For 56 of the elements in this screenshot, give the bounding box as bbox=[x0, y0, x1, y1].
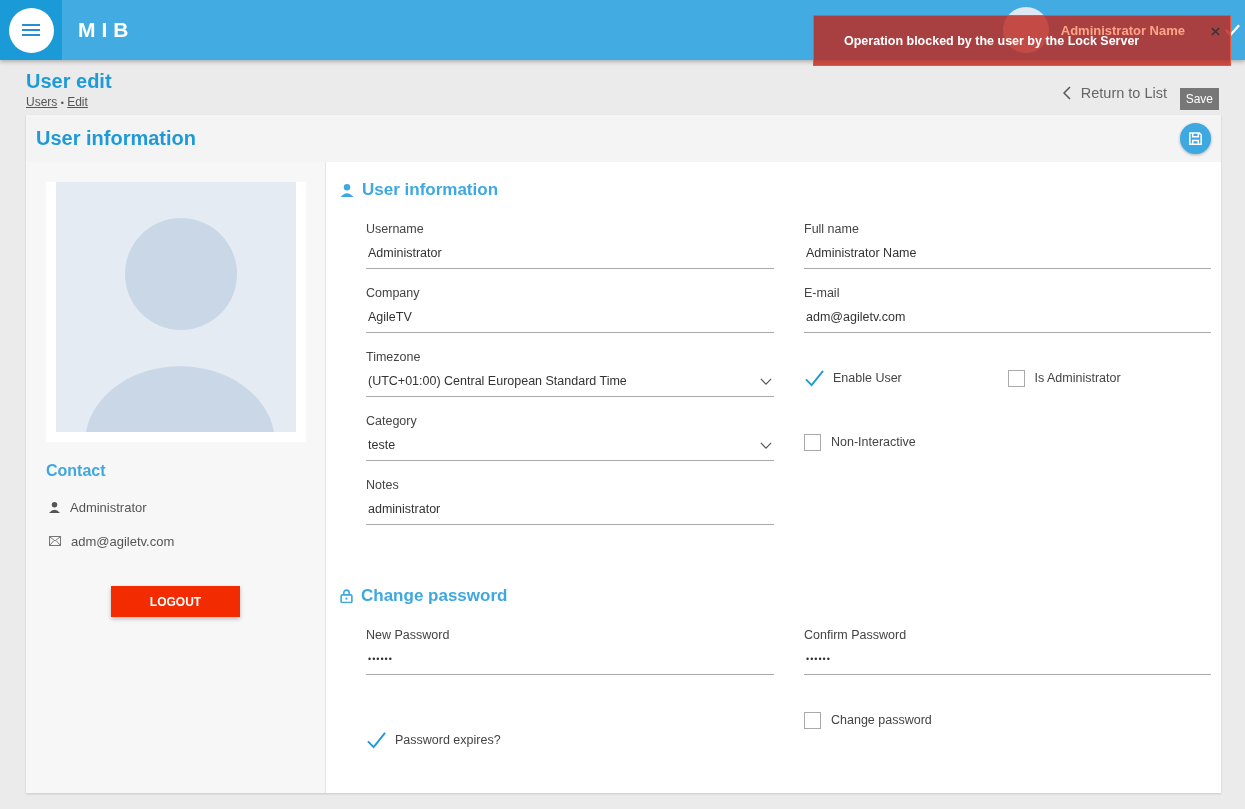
card-title: User information bbox=[36, 127, 197, 150]
checkbox[interactable] bbox=[1007, 369, 1025, 387]
checkbox[interactable] bbox=[804, 711, 821, 729]
field-label: Confirm Password bbox=[804, 628, 908, 642]
envelope-icon bbox=[49, 536, 61, 546]
person-icon bbox=[340, 183, 354, 197]
field-label: Timezone bbox=[366, 350, 422, 364]
logout-button[interactable]: LOGOUT bbox=[111, 586, 240, 617]
toast-message: Operation blocked by the user by the Lock Server bbox=[844, 33, 1140, 48]
checkbox-label: Change password bbox=[831, 713, 932, 727]
input-field[interactable]: Administrator Name bbox=[804, 238, 1211, 269]
checkbox[interactable] bbox=[804, 368, 825, 388]
menu-icon bbox=[22, 24, 40, 36]
chevron-down-icon bbox=[760, 441, 772, 449]
breadcrumb-link[interactable]: Edit bbox=[67, 95, 88, 109]
checkbox[interactable] bbox=[366, 730, 387, 750]
dropdown-field[interactable]: (UTC+01:00) Central European Standard Time bbox=[366, 366, 774, 397]
input-field[interactable]: AgileTV bbox=[366, 302, 774, 333]
checkbox-label: Enable User bbox=[833, 371, 902, 385]
save-icon bbox=[1188, 131, 1203, 146]
field-label: Company bbox=[366, 286, 421, 300]
input-field[interactable]: administrator bbox=[366, 494, 774, 525]
page-title: User edit bbox=[26, 70, 112, 93]
input-field[interactable]: •••••• bbox=[804, 644, 1211, 675]
return-link[interactable]: Return to List bbox=[1062, 85, 1167, 101]
dropdown-field[interactable]: teste bbox=[366, 430, 774, 461]
person-icon bbox=[49, 501, 60, 513]
input-field[interactable]: Administrator bbox=[366, 238, 774, 269]
field-label: Category bbox=[366, 414, 418, 428]
contact-text: adm@agiletv.com bbox=[71, 533, 175, 549]
close-icon[interactable] bbox=[1211, 27, 1220, 36]
menu-button[interactable] bbox=[8, 7, 54, 53]
breadcrumb-separator: • bbox=[60, 98, 64, 108]
chevron-left-icon bbox=[1062, 86, 1071, 100]
contact-title: Contact bbox=[46, 462, 107, 480]
field-label: New Password bbox=[366, 628, 451, 642]
save-button[interactable] bbox=[1180, 123, 1211, 154]
section-title: Change password bbox=[361, 586, 508, 606]
checkbox-label: Is Administrator bbox=[1034, 371, 1121, 385]
logo: MIB bbox=[78, 18, 135, 42]
field-label: Notes bbox=[366, 478, 400, 492]
avatar-placeholder-icon bbox=[46, 182, 306, 442]
checkbox[interactable] bbox=[804, 433, 821, 451]
lock-icon bbox=[340, 589, 353, 603]
chevron-down-icon bbox=[760, 377, 772, 385]
input-field[interactable]: adm@agiletv.com bbox=[804, 302, 1211, 333]
field-label: Full name bbox=[804, 222, 860, 236]
breadcrumb-link[interactable]: Users bbox=[26, 95, 58, 109]
save-tooltip: Save bbox=[1179, 88, 1219, 110]
checkbox-label: Password expires? bbox=[395, 733, 501, 747]
field-label: Username bbox=[366, 222, 425, 236]
contact-text: Administrator bbox=[70, 499, 147, 515]
input-field[interactable]: •••••• bbox=[366, 644, 774, 675]
section-title: User information bbox=[362, 180, 499, 200]
checkbox-label: Non-Interactive bbox=[831, 435, 916, 449]
field-label: E-mail bbox=[804, 286, 841, 300]
